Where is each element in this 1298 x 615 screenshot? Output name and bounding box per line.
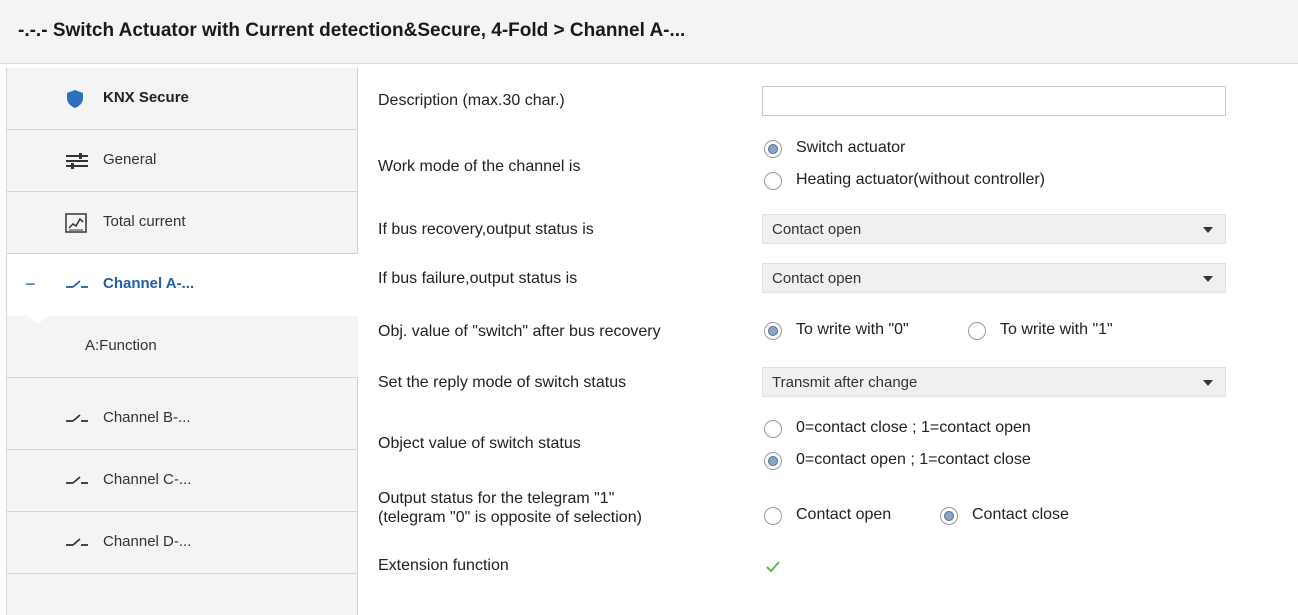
sidebar-item-general[interactable]: General: [7, 130, 358, 192]
sidebar-item-label: Total current: [103, 213, 186, 230]
sidebar-item-channel-b[interactable]: Channel B-...: [7, 388, 358, 450]
description-label: Description (max.30 char.): [378, 92, 565, 109]
output-status-open-option: Contact open: [796, 506, 892, 523]
work-mode-label: Work mode of the channel is: [378, 158, 581, 175]
title-bar: -.-.- Switch Actuator with Current detec…: [0, 0, 1298, 64]
extension-label: Extension function: [378, 557, 509, 574]
reply-mode-value: Transmit after change: [772, 374, 918, 391]
sidebar: KNX Secure General Total current − Chann…: [6, 68, 358, 615]
obj-switch-label: Obj. value of "switch" after bus recover…: [378, 323, 661, 340]
sidebar-item-label: KNX Secure: [103, 89, 189, 106]
sidebar-item-label: General: [103, 151, 157, 168]
window-title: -.-.- Switch Actuator with Current detec…: [18, 20, 686, 41]
bus-recovery-label: If bus recovery,output status is: [378, 221, 594, 238]
work-mode-heating-option: Heating actuator(without controller): [796, 171, 1046, 188]
obj-switch-0-option: To write with "0": [796, 321, 909, 338]
obj-status-close-option: 0=contact close ; 1=contact open: [796, 419, 1031, 436]
checkmark-icon: [766, 561, 780, 573]
dropdown-arrow-icon: [1203, 276, 1213, 282]
shield-icon: [65, 89, 89, 109]
collapse-icon[interactable]: −: [25, 274, 36, 295]
switch-icon: [65, 409, 89, 429]
switch-icon: [65, 533, 89, 553]
output-status-label-line1: Output status for the telegram "1": [378, 490, 615, 507]
reply-mode-label: Set the reply mode of switch status: [378, 374, 627, 391]
sidebar-item-channel-c[interactable]: Channel C-...: [7, 450, 358, 512]
notch-indicator: [27, 315, 49, 324]
obj-switch-0-radio[interactable]: [764, 322, 782, 340]
sliders-icon: [65, 151, 89, 171]
bus-failure-value: Contact open: [772, 270, 862, 287]
bus-recovery-select[interactable]: Contact open: [762, 214, 1226, 244]
bus-failure-label: If bus failure,output status is: [378, 270, 578, 287]
sidebar-item-label: Channel A-...: [103, 275, 195, 292]
sidebar-item-channel-d[interactable]: Channel D-...: [7, 512, 358, 574]
output-status-label-line2: (telegram "0" is opposite of selection): [378, 509, 642, 526]
work-mode-switch-radio[interactable]: [764, 140, 782, 158]
output-status-open-radio[interactable]: [764, 507, 782, 525]
switch-icon: [65, 275, 89, 295]
sidebar-item-total-current[interactable]: Total current: [7, 192, 358, 254]
reply-mode-select[interactable]: Transmit after change: [762, 367, 1226, 397]
chart-icon: [65, 213, 89, 233]
extension-checkbox[interactable]: [764, 558, 782, 576]
obj-status-close-radio[interactable]: [764, 420, 782, 438]
obj-switch-1-radio[interactable]: [968, 322, 986, 340]
sidebar-item-channel-a[interactable]: − Channel A-...: [7, 254, 358, 316]
obj-status-open-option: 0=contact open ; 1=contact close: [796, 451, 1031, 468]
bus-recovery-value: Contact open: [772, 221, 862, 238]
obj-switch-1-option: To write with "1": [1000, 321, 1113, 338]
sidebar-item-knx-secure[interactable]: KNX Secure: [7, 68, 358, 130]
sidebar-item-label: Channel B-...: [103, 409, 191, 426]
sidebar-item-a-function[interactable]: A:Function: [7, 315, 358, 378]
output-status-close-option: Contact close: [972, 506, 1069, 523]
sidebar-item-label: Channel C-...: [103, 471, 192, 488]
dropdown-arrow-icon: [1203, 227, 1213, 233]
switch-icon: [65, 471, 89, 491]
bus-failure-select[interactable]: Contact open: [762, 263, 1226, 293]
dropdown-arrow-icon: [1203, 380, 1213, 386]
sidebar-item-label: Channel D-...: [103, 533, 192, 550]
output-status-close-radio[interactable]: [940, 507, 958, 525]
sidebar-item-label: A:Function: [85, 337, 157, 354]
obj-status-label: Object value of switch status: [378, 435, 581, 452]
description-field[interactable]: [762, 86, 1226, 116]
obj-status-open-radio[interactable]: [764, 452, 782, 470]
work-mode-switch-option: Switch actuator: [796, 139, 906, 156]
work-mode-heating-radio[interactable]: [764, 172, 782, 190]
